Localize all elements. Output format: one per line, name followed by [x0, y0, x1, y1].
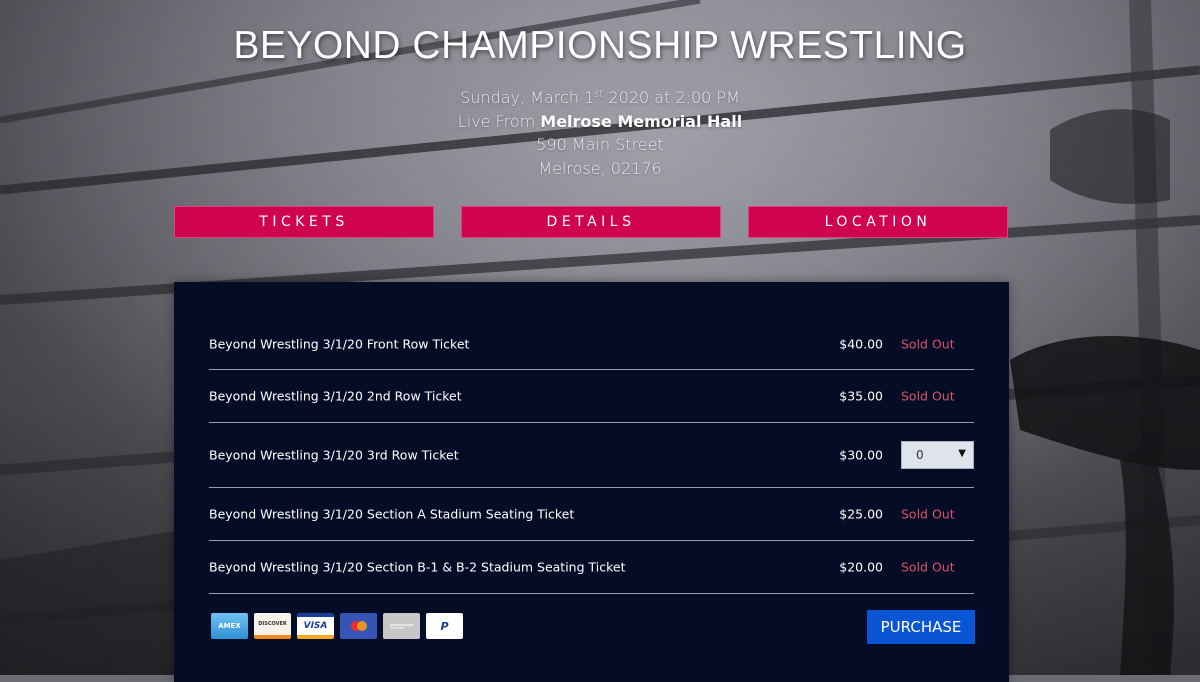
- ticket-price: $35.00: [839, 388, 883, 404]
- event-venue: Live From Melrose Memorial Hall: [457, 111, 743, 131]
- quantity-value: 0: [916, 448, 924, 462]
- ticket-name: Beyond Wrestling 3/1/20 Section B-1 & B-…: [209, 559, 626, 575]
- visa-card-icon: VISA: [297, 613, 334, 639]
- purchase-button[interactable]: PURCHASE: [867, 610, 975, 644]
- ticket-list: Beyond Wrestling 3/1/20 Front Row Ticket…: [209, 318, 974, 594]
- discover-card-icon: DISCOVER: [254, 613, 291, 639]
- ticket-price: $30.00: [839, 447, 883, 463]
- sold-out-label: Sold Out: [901, 336, 955, 351]
- event-date: Sunday, March 1st 2020 at 2:00 PM: [460, 88, 740, 107]
- address-street: 590 Main Street: [536, 135, 664, 154]
- ticket-row: Beyond Wrestling 3/1/20 Section A Stadiu…: [209, 488, 974, 541]
- details-tab-button[interactable]: DETAILS: [461, 206, 721, 238]
- generic-card-icon: [383, 613, 420, 639]
- ticket-price: $20.00: [839, 559, 883, 575]
- card-stripe-graphic: [389, 624, 414, 629]
- ticket-name: Beyond Wrestling 3/1/20 Front Row Ticket: [209, 336, 470, 351]
- venue-name: Melrose Memorial Hall: [540, 111, 743, 131]
- mastercard-icon: [340, 613, 377, 639]
- sold-out-label: Sold Out: [901, 388, 955, 404]
- mastercard-circles: [350, 621, 367, 631]
- location-tab-button[interactable]: LOCATION: [748, 206, 1008, 238]
- ticket-row: Beyond Wrestling 3/1/20 3rd Row Ticket $…: [209, 423, 974, 488]
- sold-out-label: Sold Out: [901, 506, 955, 522]
- chevron-down-icon: ▼: [958, 448, 966, 459]
- ticket-price: $25.00: [839, 506, 883, 522]
- ticket-row: Beyond Wrestling 3/1/20 Section B-1 & B-…: [209, 541, 974, 594]
- ticket-panel: Beyond Wrestling 3/1/20 Front Row Ticket…: [174, 282, 1009, 682]
- ticket-name: Beyond Wrestling 3/1/20 2nd Row Ticket: [209, 388, 462, 404]
- event-nav: TICKETS DETAILS LOCATION: [174, 206, 1009, 238]
- paypal-icon: P: [426, 613, 463, 639]
- ticket-row: Beyond Wrestling 3/1/20 Front Row Ticket…: [209, 318, 974, 370]
- sold-out-label: Sold Out: [901, 559, 955, 575]
- quantity-select[interactable]: 0 ▼: [901, 441, 974, 469]
- address-city: Melrose, 02176: [538, 158, 662, 178]
- event-info: Sunday, March 1st 2020 at 2:00 PM Live F…: [0, 86, 1200, 180]
- amex-card-icon: AMEX: [211, 613, 248, 639]
- ticket-name: Beyond Wrestling 3/1/20 3rd Row Ticket: [209, 447, 459, 463]
- ticket-row: Beyond Wrestling 3/1/20 2nd Row Ticket $…: [209, 370, 974, 423]
- ticket-price: $40.00: [839, 336, 883, 351]
- page-title: BEYOND CHAMPIONSHIP WRESTLING: [233, 24, 967, 67]
- tickets-tab-button[interactable]: TICKETS: [174, 206, 434, 238]
- ticket-name: Beyond Wrestling 3/1/20 Section A Stadiu…: [209, 506, 575, 522]
